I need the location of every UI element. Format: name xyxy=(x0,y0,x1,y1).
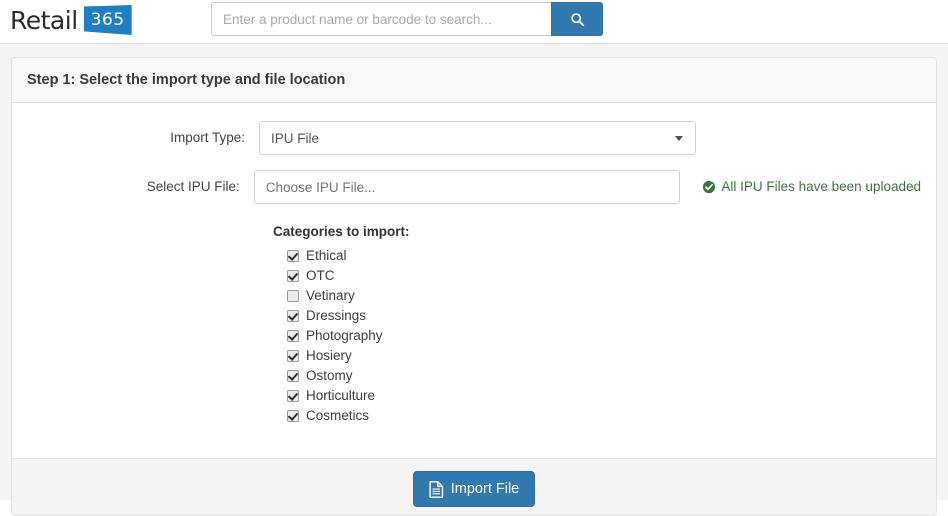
category-label: Horticulture xyxy=(306,388,376,403)
select-file-input[interactable] xyxy=(253,170,681,204)
checkbox-cosmetics[interactable] xyxy=(287,410,299,422)
category-label: Hosiery xyxy=(306,348,352,363)
file-text-icon xyxy=(429,480,444,498)
checkbox-horticulture[interactable] xyxy=(287,390,299,402)
checkbox-ostomy[interactable] xyxy=(287,370,299,382)
category-item-hosiery[interactable]: Hosiery xyxy=(273,346,921,366)
select-file-label: Select IPU File: xyxy=(146,179,240,194)
brand-logo[interactable]: Retail 365 xyxy=(10,2,132,38)
panel-footer: Import File xyxy=(12,458,936,515)
categories-block: Categories to import: Ethical OTC Vetina… xyxy=(259,224,921,426)
page-content: Step 1: Select the import type and file … xyxy=(0,44,948,516)
search-input[interactable] xyxy=(211,2,551,36)
import-file-button-label: Import File xyxy=(450,481,520,497)
page-title: Step 1: Select the import type and file … xyxy=(27,72,346,88)
category-item-dressings[interactable]: Dressings xyxy=(273,306,921,326)
import-type-field-col: IPU File xyxy=(259,121,696,155)
upload-status: All IPU Files have been uploaded xyxy=(680,170,921,196)
category-label: Dressings xyxy=(306,308,367,323)
import-type-value: IPU File xyxy=(271,130,320,146)
select-file-row: Select IPU File: All IPU Files have been… xyxy=(27,170,921,204)
category-item-vetinary[interactable]: Vetinary xyxy=(273,286,921,306)
check-circle-icon xyxy=(702,180,716,194)
category-label: Ostomy xyxy=(306,368,353,383)
category-item-otc[interactable]: OTC xyxy=(273,266,921,286)
import-type-label: Import Type: xyxy=(170,130,245,145)
panel-heading: Step 1: Select the import type and file … xyxy=(12,58,936,103)
panel-body: Import Type: IPU File Select IPU File: C… xyxy=(12,103,936,458)
checkbox-dressings[interactable] xyxy=(287,310,299,322)
category-label: Photography xyxy=(306,328,383,343)
checkbox-otc[interactable] xyxy=(287,270,299,282)
category-item-photography[interactable]: Photography xyxy=(273,326,921,346)
brand-name: Retail xyxy=(10,5,78,35)
import-type-select[interactable]: IPU File xyxy=(259,121,696,155)
category-item-horticulture[interactable]: Horticulture xyxy=(273,386,921,406)
upload-status-text: All IPU Files have been uploaded xyxy=(721,179,921,194)
search-icon xyxy=(570,12,585,27)
import-file-button[interactable]: Import File xyxy=(412,471,536,507)
select-file-field-col xyxy=(253,170,681,204)
checkbox-vetinary[interactable] xyxy=(287,290,299,302)
category-label: Vetinary xyxy=(306,288,355,303)
category-item-cosmetics[interactable]: Cosmetics xyxy=(273,406,921,426)
top-navbar: Retail 365 xyxy=(0,0,948,44)
chevron-down-icon xyxy=(675,136,683,141)
checkbox-ethical[interactable] xyxy=(287,250,299,262)
checkbox-hosiery[interactable] xyxy=(287,350,299,362)
product-search xyxy=(211,2,603,36)
brand-badge: 365 xyxy=(83,5,132,35)
category-label: Cosmetics xyxy=(306,408,370,423)
category-label: Ethical xyxy=(306,248,347,263)
category-item-ostomy[interactable]: Ostomy xyxy=(273,366,921,386)
checkbox-photography[interactable] xyxy=(287,330,299,342)
category-label: OTC xyxy=(306,268,335,283)
category-item-ethical[interactable]: Ethical xyxy=(273,246,921,266)
import-type-row: Import Type: IPU File xyxy=(27,121,921,155)
search-button[interactable] xyxy=(551,2,603,36)
import-wizard-panel: Step 1: Select the import type and file … xyxy=(11,57,937,516)
categories-title: Categories to import: xyxy=(273,224,410,239)
